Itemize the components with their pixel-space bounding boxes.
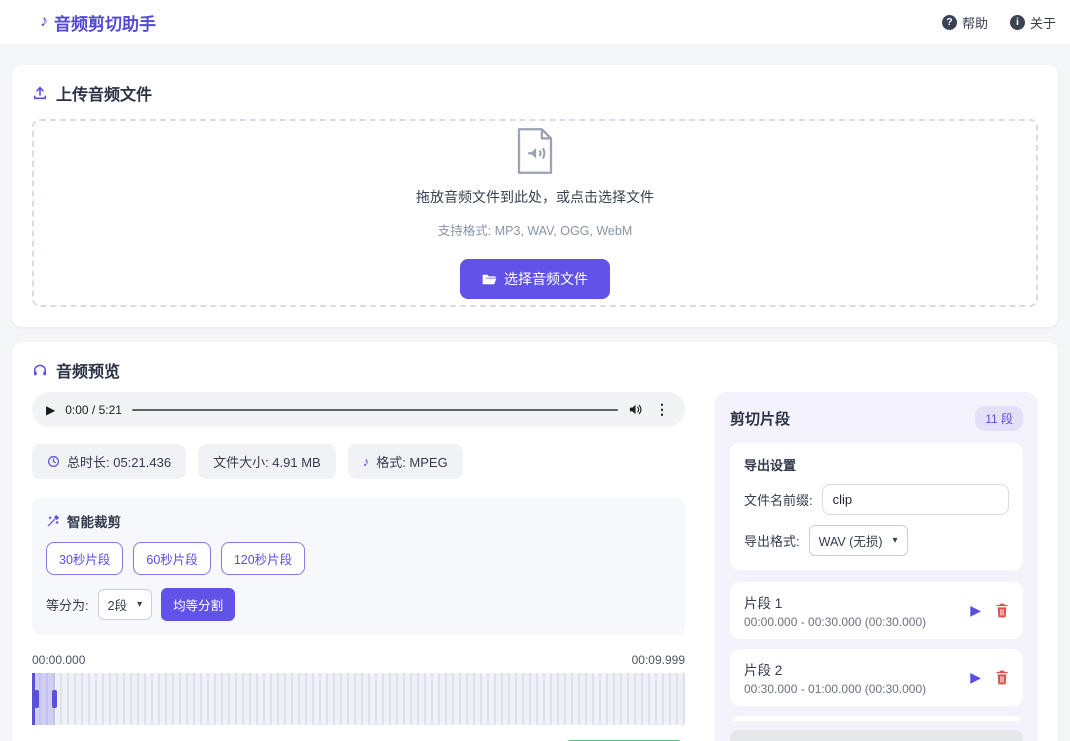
play-icon[interactable]: ▶ — [970, 669, 981, 686]
smartcut-chips: 30秒片段 60秒片段 120秒片段 — [46, 542, 671, 575]
player-menu-icon[interactable]: ⋮ — [653, 401, 671, 418]
upload-dropzone[interactable]: 拖放音频文件到此处，或点击选择文件 支持格式: MP3, WAV, OGG, W… — [32, 119, 1038, 307]
clear-segments-button[interactable]: 清空片段 — [730, 730, 1023, 741]
divide-count-value: 2段 — [107, 599, 128, 613]
app-title: ♪ 音频剪切助手 — [40, 10, 156, 35]
chevron-down-icon: ▾ — [892, 535, 898, 546]
segment-actions: ▶ — [970, 669, 1009, 686]
segments-panel-header: 剪切片段 11 段 — [730, 406, 1023, 431]
preview-section-title-text: 音频预览 — [56, 364, 121, 381]
format-badge-text: 格式: MPEG — [376, 455, 448, 470]
headphones-icon — [32, 362, 48, 378]
app-title-text: 音频剪切助手 — [54, 14, 156, 34]
segment-row: 片段 3 ▶ — [730, 716, 1023, 721]
upload-icon — [32, 85, 48, 101]
duration-badge-text: 总时长: 05:21.436 — [67, 455, 172, 470]
player-progress-track[interactable] — [131, 408, 618, 411]
filesize-badge: 文件大小: 4.91 MB — [198, 444, 336, 479]
smartcut-title: 智能裁剪 — [46, 511, 671, 531]
file-audio-icon — [513, 127, 557, 175]
music-note-icon: ♪ — [362, 454, 370, 469]
format-badge: ♪ 格式: MPEG — [347, 444, 463, 479]
preview-section-title: 音频预览 — [32, 358, 1038, 382]
segment-name: 片段 2 — [744, 663, 783, 678]
about-label: 关于 — [1029, 15, 1056, 31]
segments-panel-footer: 清空片段 导出所有片段 — [730, 730, 1023, 741]
chevron-down-icon: ▾ — [137, 599, 143, 610]
export-format-value: WAV (无损) — [818, 535, 883, 549]
about-link[interactable]: i 关于 — [1009, 13, 1056, 32]
audio-info-badges: 总时长: 05:21.436 文件大小: 4.91 MB ♪ 格式: MPEG — [32, 444, 685, 479]
filesize-badge-text: 文件大小: 4.91 MB — [213, 455, 321, 470]
select-file-button-label: 选择音频文件 — [504, 271, 588, 287]
segments-list: 片段 1 00:00.000 - 00:30.000 (00:30.000) ▶ — [730, 582, 1023, 721]
chip-30s-button[interactable]: 30秒片段 — [46, 542, 124, 575]
clock-icon — [47, 455, 60, 468]
dropzone-text: 拖放音频文件到此处，或点击选择文件 — [416, 189, 654, 205]
segment-actions: ▶ — [970, 602, 1009, 619]
selection-end-handle[interactable] — [52, 690, 57, 708]
divide-row: 等分为: 2段 ▾ 均等分割 — [46, 588, 671, 621]
export-format-select[interactable]: WAV (无损) ▾ — [808, 525, 908, 556]
segment-info: 片段 2 00:30.000 - 01:00.000 (00:30.000) — [744, 659, 926, 696]
export-settings-card: 导出设置 文件名前缀: 导出格式: WAV (无损) ▾ — [730, 443, 1023, 570]
segments-panel-title: 剪切片段 — [730, 411, 791, 428]
segment-range: 00:00.000 - 00:30.000 (00:30.000) — [744, 615, 927, 629]
prefix-row: 文件名前缀: — [744, 484, 1009, 515]
trash-icon[interactable] — [995, 603, 1009, 618]
format-row: 导出格式: WAV (无损) ▾ — [744, 525, 1009, 556]
help-link[interactable]: ? 帮助 — [941, 13, 988, 32]
preview-card: 音频预览 ▶ 0:00 / 5:21 ⋮ 总时长: 05:21.436 文件大小… — [12, 342, 1058, 741]
equal-split-button[interactable]: 均等分割 — [161, 588, 236, 621]
segment-row: 片段 2 00:30.000 - 01:00.000 (00:30.000) ▶ — [730, 649, 1023, 706]
music-note-icon: ♪ — [40, 13, 48, 30]
trash-icon[interactable] — [995, 670, 1009, 685]
timeline-start-label: 00:00.000 — [32, 653, 86, 667]
folder-open-icon — [482, 273, 497, 286]
prefix-label: 文件名前缀: — [744, 493, 813, 508]
timeline-end-label: 00:09.999 — [631, 653, 685, 667]
waveform-selection[interactable] — [32, 673, 57, 725]
app-header: ♪ 音频剪切助手 ? 帮助 i 关于 — [0, 0, 1070, 44]
volume-icon[interactable] — [628, 402, 643, 417]
segment-name: 片段 1 — [744, 596, 783, 611]
dropzone-formats: 支持格式: MP3, WAV, OGG, WebM — [437, 224, 633, 238]
smartcut-panel: 智能裁剪 30秒片段 60秒片段 120秒片段 等分为: 2段 ▾ 均等分割 — [32, 498, 685, 635]
smartcut-title-text: 智能裁剪 — [67, 515, 121, 530]
help-icon: ? — [941, 14, 957, 30]
chip-60s-button[interactable]: 60秒片段 — [133, 542, 211, 575]
select-file-button[interactable]: 选择音频文件 — [460, 259, 610, 299]
segment-row: 片段 1 00:00.000 - 00:30.000 (00:30.000) ▶ — [730, 582, 1023, 639]
chip-120s-button[interactable]: 120秒片段 — [220, 542, 306, 575]
timeline-labels: 00:00.000 00:09.999 — [32, 653, 685, 667]
play-icon[interactable]: ▶ — [970, 602, 981, 619]
help-label: 帮助 — [961, 15, 988, 31]
upload-section-title-text: 上传音频文件 — [56, 87, 153, 104]
preview-left-column: ▶ 0:00 / 5:21 ⋮ 总时长: 05:21.436 文件大小: 4.9… — [32, 392, 685, 741]
duration-badge: 总时长: 05:21.436 — [32, 444, 187, 479]
upload-card: 上传音频文件 拖放音频文件到此处，或点击选择文件 支持格式: MP3, WAV,… — [12, 65, 1058, 327]
waveform[interactable] — [32, 673, 685, 725]
info-icon: i — [1009, 14, 1025, 30]
audio-player: ▶ 0:00 / 5:21 ⋮ — [32, 392, 685, 427]
segment-info: 片段 1 00:00.000 - 00:30.000 (00:30.000) — [744, 592, 926, 629]
segment-range: 00:30.000 - 01:00.000 (00:30.000) — [744, 682, 927, 696]
divide-label: 等分为: — [46, 598, 89, 613]
export-settings-title: 导出设置 — [744, 458, 797, 473]
prefix-input[interactable] — [821, 484, 1009, 515]
header-links: ? 帮助 i 关于 — [941, 13, 1056, 32]
magic-wand-icon — [46, 514, 60, 528]
player-time: 0:00 / 5:21 — [65, 402, 122, 417]
divide-count-select[interactable]: 2段 ▾ — [97, 589, 153, 620]
main-content: 上传音频文件 拖放音频文件到此处，或点击选择文件 支持格式: MP3, WAV,… — [0, 44, 1070, 741]
player-play-button[interactable]: ▶ — [46, 403, 55, 417]
segments-count-badge: 11 段 — [975, 406, 1023, 431]
preview-body: ▶ 0:00 / 5:21 ⋮ 总时长: 05:21.436 文件大小: 4.9… — [32, 392, 1038, 741]
upload-section-title: 上传音频文件 — [32, 81, 1038, 105]
segments-panel: 剪切片段 11 段 导出设置 文件名前缀: 导出格式: WAV (无损) ▾ — [715, 392, 1038, 741]
selection-start-handle[interactable] — [34, 690, 39, 708]
format-label: 导出格式: — [744, 534, 800, 549]
